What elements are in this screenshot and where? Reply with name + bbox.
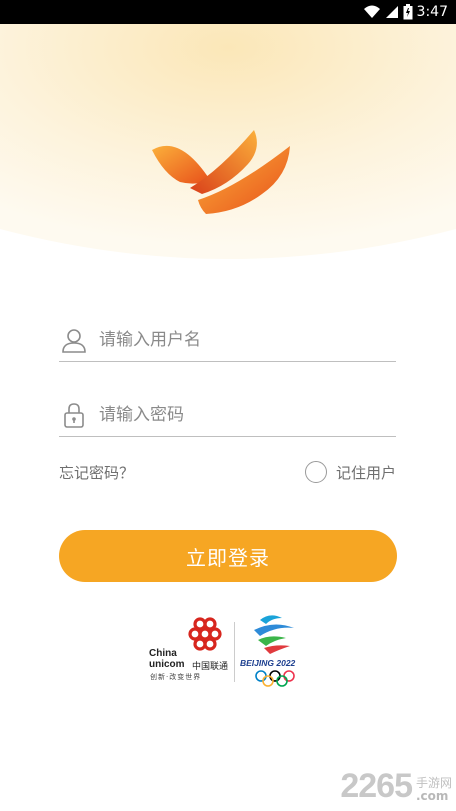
remember-user-toggle[interactable]: 记住用户 bbox=[304, 461, 396, 483]
beijing-2022-text: BEIJING 2022 bbox=[240, 658, 296, 668]
remember-user-radio[interactable] bbox=[304, 461, 327, 483]
unicom-slogan: 创新·改变世界 bbox=[150, 673, 202, 681]
unicom-english-name: China unicom bbox=[149, 648, 185, 670]
status-time: 3:47 bbox=[416, 4, 448, 20]
china-unicom-logo: China unicom 中国联通 创新·改变世界 bbox=[148, 612, 230, 684]
username-field[interactable] bbox=[59, 318, 396, 362]
username-input[interactable] bbox=[99, 324, 379, 355]
wifi-icon bbox=[363, 5, 381, 19]
olympic-rings-icon bbox=[255, 670, 295, 687]
login-options-row: 忘记密码？ 记住用户 bbox=[59, 458, 396, 486]
app-logo bbox=[150, 128, 292, 216]
site-watermark: 2265 手游网 .com bbox=[340, 767, 452, 803]
watermark-suffix: 手游网 .com bbox=[415, 776, 452, 803]
sponsor-divider bbox=[234, 622, 235, 682]
sponsor-logos: China unicom 中国联通 创新·改变世界 BEIJING 2022 bbox=[148, 612, 310, 692]
battery-icon bbox=[403, 4, 413, 20]
password-field[interactable] bbox=[59, 393, 396, 437]
status-bar: 3:47 bbox=[0, 0, 456, 24]
lock-icon bbox=[61, 402, 87, 428]
watermark-number: 2265 bbox=[340, 767, 413, 805]
password-input[interactable] bbox=[99, 399, 379, 430]
remember-user-label: 记住用户 bbox=[335, 463, 396, 482]
login-button[interactable]: 立即登录 bbox=[59, 530, 397, 582]
user-icon bbox=[61, 327, 87, 353]
beijing-2022-logo: BEIJING 2022 bbox=[240, 612, 310, 692]
unicom-chinese-name: 中国联通 bbox=[192, 662, 229, 672]
signal-icon bbox=[385, 5, 399, 19]
forgot-password-link[interactable]: 忘记密码？ bbox=[59, 462, 134, 483]
